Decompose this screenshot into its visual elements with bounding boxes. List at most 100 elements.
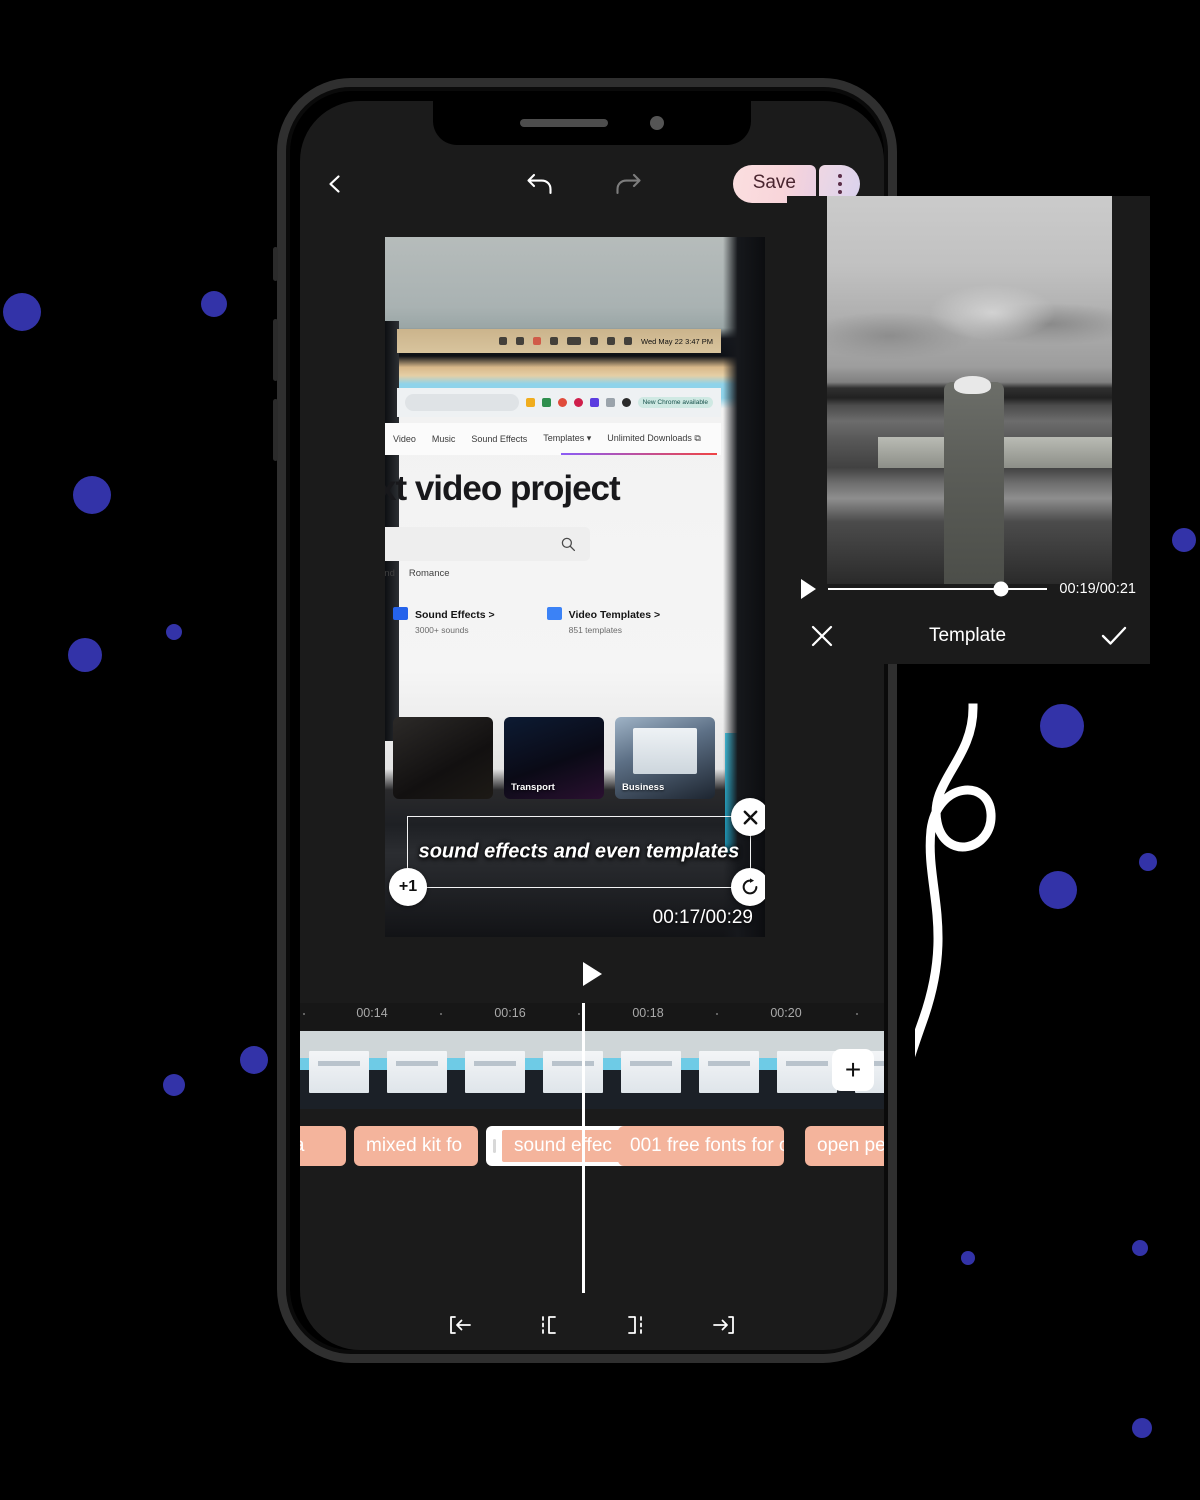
site-card[interactable]: Transport (504, 716, 604, 799)
site-search-input[interactable] (385, 526, 590, 561)
decor-dot (961, 1251, 975, 1265)
video-preview[interactable]: Wed May 22 3:47 PM New Chrome available (385, 237, 765, 937)
subtitle-clip[interactable]: ma (300, 1126, 346, 1166)
decor-dot (1139, 853, 1157, 871)
strip-thumbnail[interactable] (378, 1031, 456, 1109)
progress-knob[interactable] (993, 581, 1009, 597)
timeline-playhead[interactable] (582, 1003, 585, 1293)
site-category-sound-effects[interactable]: Sound Effects > 3000+ sounds (393, 605, 495, 635)
omnibox (405, 393, 519, 411)
decor-dot (1172, 528, 1196, 552)
site-card-row: Transport Business (393, 716, 715, 799)
subtitle-rotate-handle[interactable] (731, 868, 765, 906)
extension-icon (605, 397, 615, 407)
subtitle-clip[interactable]: open pe (805, 1126, 884, 1166)
phone-mute-button[interactable] (273, 247, 278, 281)
site-nav-item-unlimited-downloads[interactable]: Unlimited Downloads ⧉ (607, 433, 700, 444)
phone-volume-down-button[interactable] (273, 399, 278, 461)
play-button[interactable] (582, 962, 602, 986)
split-right-button[interactable] (616, 1307, 656, 1343)
category-title: Sound Effects > (415, 609, 495, 622)
add-media-button[interactable]: + (832, 1049, 874, 1091)
decor-dot (68, 638, 102, 672)
clip-trim-handle-left[interactable] (486, 1126, 502, 1166)
split-right-icon (628, 1316, 642, 1334)
template-progress-slider[interactable] (828, 581, 1048, 597)
template-confirm-button[interactable] (1100, 623, 1128, 649)
strip-thumbnail[interactable] (534, 1031, 612, 1109)
person-cap (953, 376, 991, 394)
video-strip-track[interactable]: + (300, 1031, 884, 1109)
template-panel: 00:19/00:21 Template (787, 196, 1150, 664)
subtitle-clip[interactable]: mixed kit fo (354, 1126, 478, 1166)
strip-thumbnail[interactable] (690, 1031, 768, 1109)
decor-dot (201, 291, 227, 317)
site-category-video-templates[interactable]: Video Templates > 851 templates (546, 605, 661, 636)
subtitle-count-badge[interactable]: +1 (389, 868, 427, 906)
preview-timecode: 00:17/00:29 (652, 907, 753, 928)
site-nav: Video Music Sound Effects Templates ▾ Un… (385, 422, 721, 455)
subtitle-text: sound effects and even templates (418, 840, 740, 863)
extension-icon (541, 397, 551, 407)
site-card[interactable]: Business (615, 716, 715, 799)
split-left-button[interactable] (528, 1307, 568, 1343)
template-playback-controls: 00:19/00:21 (787, 570, 1150, 608)
browser-toolbar: New Chrome available (397, 387, 721, 417)
category-title: Video Templates > (568, 609, 661, 622)
template-preview-media[interactable] (827, 196, 1112, 584)
subtitle-delete-handle[interactable] (731, 798, 765, 836)
template-title: Template (928, 625, 1007, 646)
trim-end-button[interactable] (704, 1307, 744, 1343)
trim-start-icon (450, 1316, 471, 1334)
site-nav-item-sound-effects[interactable]: Sound Effects (471, 434, 527, 444)
decor-dot (1132, 1240, 1148, 1256)
decor-dot (163, 1074, 185, 1096)
wifi-icon (590, 337, 599, 346)
undo-redo-group (520, 164, 648, 204)
strip-thumbnail[interactable] (300, 1031, 378, 1109)
template-timecode: 00:19/00:21 (1059, 581, 1136, 597)
timeline-ruler[interactable]: 00:14 00:16 00:18 00:20 (300, 1003, 884, 1031)
site-nav-item-video[interactable]: Video (393, 434, 416, 444)
site-tag[interactable]: Romance (409, 568, 450, 579)
site-nav-item-templates[interactable]: Templates ▾ (543, 433, 591, 444)
site-tag-row: und Romance (385, 568, 450, 579)
subtitle-clip-track[interactable]: mamixed kit fo sound effec001 free fonts … (300, 1117, 884, 1175)
subtitle-overlay-box[interactable]: sound effects and even templates +1 (389, 798, 765, 906)
extension-icon (557, 397, 567, 407)
strip-thumbnail[interactable] (456, 1031, 534, 1109)
subtitle-clip[interactable]: 001 free fonts for c (618, 1126, 784, 1166)
search-icon (607, 337, 616, 346)
undo-arrow-icon (527, 173, 552, 195)
template-cancel-button[interactable] (809, 623, 835, 649)
redo-button[interactable] (608, 164, 648, 204)
new-chrome-pill: New Chrome available (637, 396, 713, 408)
strip-thumbnail[interactable] (612, 1031, 690, 1109)
extension-icon (589, 397, 599, 407)
card-thumbnail (633, 727, 697, 774)
category-subtitle: 851 templates (568, 625, 623, 636)
sound-effects-icon (393, 607, 408, 621)
trim-start-button[interactable] (440, 1307, 480, 1343)
menubar-icon (533, 337, 542, 346)
site-card[interactable] (393, 716, 493, 799)
trim-tool-row (300, 1297, 884, 1350)
undo-button[interactable] (520, 164, 560, 204)
menubar-icon (516, 337, 525, 346)
site-hero-title: xt video project (385, 469, 621, 509)
category-subtitle: 3000+ sounds (415, 625, 469, 636)
mac-menubar: Wed May 22 3:47 PM (397, 329, 721, 354)
decor-dot (240, 1046, 268, 1074)
menubar-clock: Wed May 22 3:47 PM (641, 336, 713, 346)
phone-volume-up-button[interactable] (273, 319, 278, 381)
template-play-button[interactable] (801, 579, 816, 599)
decor-dot (73, 476, 111, 514)
film-strip-icon (546, 607, 562, 621)
site-tag[interactable]: und (385, 568, 395, 579)
clip-label: sound effec (502, 1130, 632, 1162)
editor-bottom-toolbar: Subtitles Batch edit Style (300, 1347, 884, 1350)
back-button[interactable] (318, 167, 352, 201)
site-nav-item-music[interactable]: Music (432, 434, 456, 444)
ruler-label: 00:16 (494, 1006, 526, 1020)
rotate-icon (742, 878, 758, 895)
